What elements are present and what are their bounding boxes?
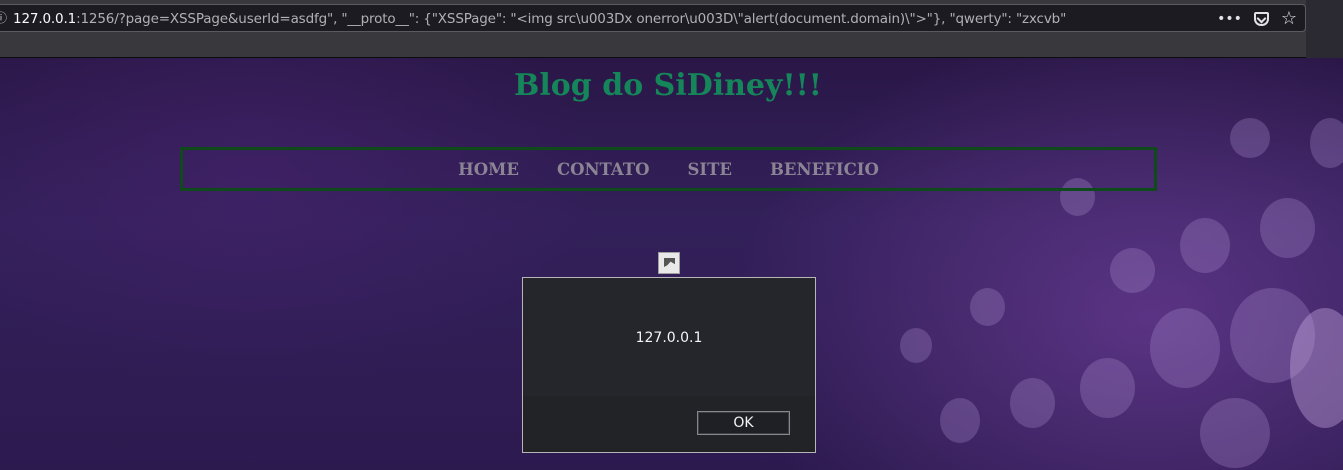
nav-contato[interactable]: CONTATO — [557, 160, 650, 179]
bokeh-dot — [1260, 198, 1315, 258]
broken-image-icon — [658, 252, 680, 274]
bokeh-dot — [1080, 358, 1135, 418]
alert-message: 127.0.0.1 — [635, 330, 703, 346]
nav-home[interactable]: HOME — [458, 160, 519, 179]
bokeh-dot — [940, 398, 980, 443]
info-icon[interactable]: ⓘ — [0, 11, 7, 25]
url-host: 127.0.0.1 — [13, 11, 77, 27]
browser-toolbar: ⓘ 127.0.0.1:1256/?page=XSSPage&userId=as… — [0, 0, 1343, 58]
bokeh-dot — [1010, 378, 1055, 428]
bokeh-dot — [1110, 248, 1155, 293]
pocket-icon[interactable] — [1253, 12, 1269, 26]
bokeh-dot — [1310, 118, 1343, 168]
bookmark-star-icon[interactable]: ☆ — [1281, 9, 1297, 29]
url-actions: ••• ☆ — [1217, 8, 1297, 30]
alert-dialog: 127.0.0.1 OK — [522, 277, 816, 453]
nav-site[interactable]: SITE — [687, 160, 732, 179]
url-path: :1256/?page=XSSPage&userId=asdfg", "__pr… — [76, 11, 1067, 27]
bokeh-dot — [1150, 308, 1220, 388]
alert-footer: OK — [523, 396, 815, 452]
bokeh-dot — [1230, 118, 1270, 158]
url-bar[interactable]: ⓘ 127.0.0.1:1256/?page=XSSPage&userId=as… — [0, 4, 1306, 32]
nav-beneficio[interactable]: BENEFICIO — [770, 160, 879, 179]
page-actions-icon[interactable]: ••• — [1217, 9, 1242, 29]
ok-button[interactable]: OK — [697, 411, 790, 435]
bokeh-dot — [970, 288, 1005, 326]
main-nav: HOME CONTATO SITE BENEFICIO — [180, 147, 1157, 191]
blog-title: Blog do SiDiney!!! — [514, 68, 822, 103]
url-text[interactable]: 127.0.0.1:1256/?page=XSSPage&userId=asdf… — [13, 9, 1066, 29]
bokeh-dot — [900, 328, 932, 363]
bokeh-dot — [1180, 218, 1230, 273]
bokeh-dot — [1200, 398, 1270, 468]
toolbar-edge — [1306, 0, 1343, 58]
